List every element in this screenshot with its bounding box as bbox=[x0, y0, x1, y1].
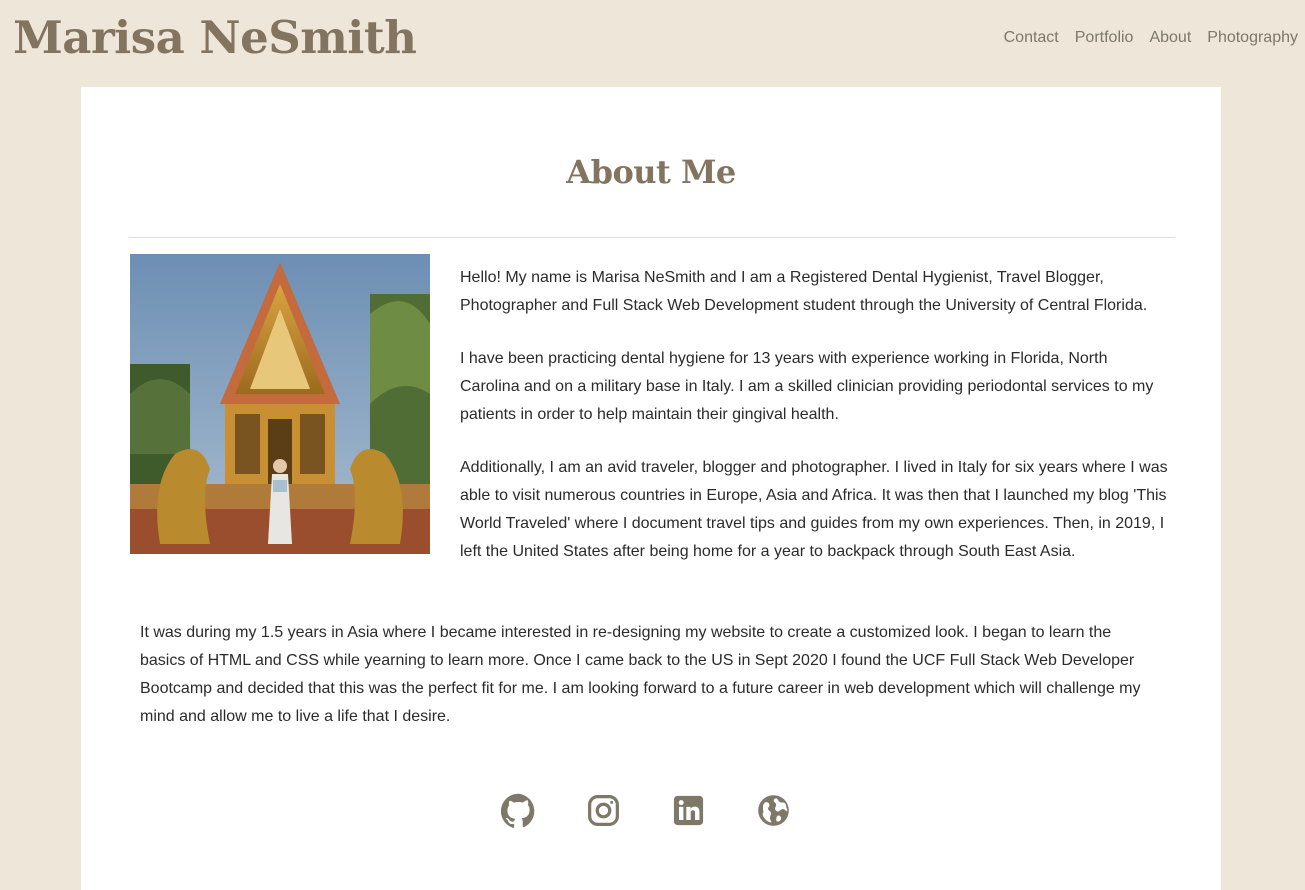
profile-photo bbox=[130, 254, 430, 554]
nav-about[interactable]: About bbox=[1149, 28, 1191, 48]
website-link[interactable] bbox=[756, 793, 791, 828]
linkedin-link[interactable] bbox=[671, 793, 706, 828]
nav-contact[interactable]: Contact bbox=[1004, 28, 1059, 48]
nav-portfolio[interactable]: Portfolio bbox=[1075, 28, 1134, 48]
linkedin-icon bbox=[673, 795, 704, 826]
title-divider bbox=[129, 237, 1175, 238]
bio-full-width: It was during my 1.5 years in Asia where… bbox=[140, 619, 1150, 756]
nav-photography[interactable]: Photography bbox=[1207, 28, 1298, 48]
bio-paragraph-3: Additionally, I am an avid traveler, blo… bbox=[460, 459, 1168, 560]
globe-icon bbox=[758, 795, 789, 826]
main-nav: Contact Portfolio About Photography bbox=[1004, 28, 1298, 48]
instagram-icon bbox=[588, 795, 619, 826]
page-title: About Me bbox=[566, 153, 736, 191]
bio-column: Hello! My name is Marisa NeSmith and I a… bbox=[460, 264, 1170, 591]
bio-paragraph-1: Hello! My name is Marisa NeSmith and I a… bbox=[460, 269, 1148, 314]
instagram-link[interactable] bbox=[586, 793, 621, 828]
bio-paragraph-2: I have been practicing dental hygiene fo… bbox=[460, 350, 1154, 423]
social-links bbox=[501, 793, 791, 828]
github-icon bbox=[501, 793, 535, 828]
github-link[interactable] bbox=[501, 793, 536, 828]
bio-paragraph-4: It was during my 1.5 years in Asia where… bbox=[140, 624, 1141, 725]
site-brand[interactable]: Marisa NeSmith bbox=[13, 10, 417, 66]
about-card: About Me Hello! My name is Marisa NeSmit… bbox=[81, 87, 1221, 890]
site-header: Marisa NeSmith Contact Portfolio About P… bbox=[0, 0, 1305, 87]
